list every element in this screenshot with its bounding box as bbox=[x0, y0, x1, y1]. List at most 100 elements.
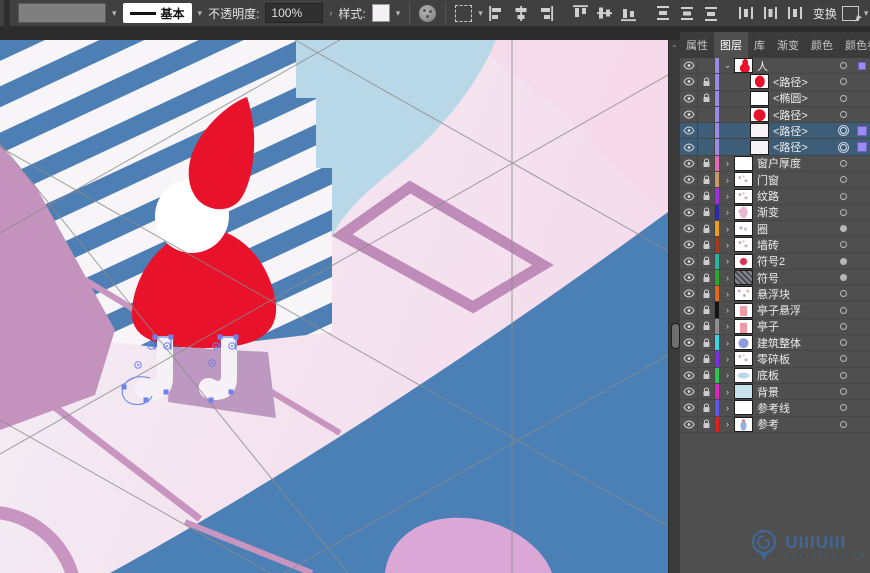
lock-icon[interactable] bbox=[698, 335, 715, 351]
target-circle-icon[interactable] bbox=[839, 94, 847, 102]
chevron-down-icon[interactable]: ▾ bbox=[112, 8, 117, 18]
layer-thumbnail[interactable] bbox=[750, 107, 769, 123]
layer-label[interactable]: 零碎板 bbox=[757, 351, 832, 367]
layer-label[interactable]: 底板 bbox=[757, 367, 832, 383]
lock-icon[interactable] bbox=[698, 237, 715, 253]
layer-row-纹路[interactable]: › 纹路 bbox=[680, 188, 870, 205]
visibility-eye-icon[interactable] bbox=[680, 172, 698, 188]
layer-row-参考线[interactable]: › 参考线 bbox=[680, 400, 870, 417]
visibility-eye-icon[interactable] bbox=[680, 302, 698, 318]
layer-label[interactable]: 门窗 bbox=[757, 172, 832, 188]
target-circle-icon[interactable] bbox=[839, 257, 847, 265]
collapse-chevron-icon[interactable]: › bbox=[721, 338, 734, 348]
layer-row-亭子[interactable]: › 亭子 bbox=[680, 318, 870, 336]
layer-thumbnail[interactable] bbox=[750, 74, 769, 90]
layer-label[interactable]: 纹路 bbox=[757, 188, 832, 204]
layer-label[interactable]: 墙砖 bbox=[757, 237, 832, 253]
dist-center-h-icon[interactable] bbox=[762, 5, 779, 22]
collapse-chevron-icon[interactable]: › bbox=[721, 321, 734, 331]
visibility-eye-icon[interactable] bbox=[680, 123, 698, 139]
align-right-icon[interactable] bbox=[537, 5, 554, 22]
chevron-down-icon[interactable]: ▾ bbox=[396, 8, 401, 18]
dist-left-icon[interactable] bbox=[738, 5, 755, 22]
layer-thumbnail[interactable] bbox=[734, 270, 753, 285]
layer-thumbnail[interactable] bbox=[750, 123, 769, 139]
visibility-eye-icon[interactable] bbox=[680, 90, 698, 106]
opacity-label[interactable]: 不透明度: bbox=[208, 5, 259, 22]
collapse-chevron-icon[interactable]: › bbox=[721, 256, 734, 266]
chevron-down-icon[interactable]: ▾ bbox=[478, 8, 483, 18]
target-circle-icon[interactable] bbox=[839, 371, 847, 379]
visibility-eye-icon[interactable] bbox=[680, 237, 698, 253]
lock-toggle-empty[interactable] bbox=[698, 139, 715, 155]
layer-label[interactable]: 参考 bbox=[757, 416, 832, 432]
target-circle-icon[interactable] bbox=[839, 208, 847, 216]
lock-toggle-empty[interactable] bbox=[698, 123, 715, 139]
layer-row-椭圆[interactable]: <椭圆> bbox=[680, 90, 870, 107]
layer-thumbnail[interactable] bbox=[734, 188, 753, 204]
target-circle-icon[interactable] bbox=[839, 306, 847, 314]
target-circle-icon[interactable] bbox=[839, 388, 847, 396]
layer-thumbnail[interactable] bbox=[734, 172, 753, 188]
chevron-right-icon[interactable]: › bbox=[329, 8, 332, 18]
chevron-down-icon[interactable]: ▾ bbox=[198, 8, 203, 18]
layer-thumbnail[interactable] bbox=[734, 367, 753, 383]
tab-图层[interactable]: 图层 bbox=[714, 32, 748, 58]
visibility-eye-icon[interactable] bbox=[680, 253, 698, 269]
visibility-eye-icon[interactable] bbox=[680, 367, 698, 383]
chevron-down-icon[interactable]: ▾ bbox=[864, 8, 869, 18]
visibility-eye-icon[interactable] bbox=[680, 74, 698, 90]
opacity-field[interactable]: 100% bbox=[265, 3, 324, 23]
layer-thumbnail[interactable] bbox=[750, 139, 769, 155]
selection-indicator-square[interactable] bbox=[857, 142, 867, 153]
layer-label[interactable]: <椭圆> bbox=[773, 90, 832, 106]
layer-label[interactable]: 圈 bbox=[757, 221, 832, 237]
layer-row-渐变[interactable]: › 渐变 bbox=[680, 204, 870, 221]
dist-bottom-icon[interactable] bbox=[703, 5, 720, 22]
target-circle-icon[interactable] bbox=[839, 355, 847, 363]
collapse-chevron-icon[interactable]: › bbox=[721, 370, 734, 380]
target-circle-icon[interactable] bbox=[839, 290, 847, 298]
layer-thumbnail[interactable] bbox=[734, 318, 753, 334]
tab-属性[interactable]: 属性 bbox=[680, 32, 714, 58]
tab-渐变[interactable]: 渐变 bbox=[771, 32, 805, 58]
graphic-style-swatch[interactable] bbox=[371, 4, 390, 22]
target-circle-icon[interactable] bbox=[839, 225, 847, 233]
fill-style-dropdown[interactable] bbox=[18, 3, 106, 23]
align-left-icon[interactable] bbox=[489, 5, 506, 22]
collapse-chevron-icon[interactable]: › bbox=[721, 289, 734, 299]
collapse-chevron-icon[interactable]: › bbox=[721, 240, 734, 250]
layer-row-路径[interactable]: <路径> bbox=[680, 123, 870, 140]
selection-indicator-square[interactable] bbox=[857, 125, 867, 136]
layer-row-悬浮块[interactable]: › 悬浮块 bbox=[680, 286, 870, 303]
collapse-chevron-icon[interactable]: › bbox=[721, 354, 734, 364]
layer-thumbnail[interactable] bbox=[734, 221, 753, 237]
layer-label[interactable]: 亭子 bbox=[757, 318, 832, 334]
visibility-eye-icon[interactable] bbox=[680, 139, 698, 155]
visibility-eye-icon[interactable] bbox=[680, 286, 698, 302]
target-circle-icon[interactable] bbox=[839, 192, 847, 200]
target-circle-icon[interactable] bbox=[837, 141, 849, 153]
target-circle-icon[interactable] bbox=[839, 420, 847, 428]
target-circle-icon[interactable] bbox=[839, 322, 847, 330]
transform-label[interactable]: 变换 bbox=[813, 5, 837, 22]
visibility-eye-icon[interactable] bbox=[680, 400, 698, 416]
layer-label[interactable]: 背景 bbox=[757, 384, 832, 400]
lock-icon[interactable] bbox=[698, 155, 715, 172]
lock-icon[interactable] bbox=[698, 383, 715, 400]
layer-row-亭子悬浮[interactable]: › 亭子悬浮 bbox=[680, 302, 870, 319]
layer-row-窗户厚度[interactable]: › 窗户厚度 bbox=[680, 155, 870, 173]
lock-icon[interactable] bbox=[698, 253, 715, 269]
layer-label[interactable]: 参考线 bbox=[757, 400, 832, 416]
layer-label[interactable]: 渐变 bbox=[757, 204, 832, 220]
lock-icon[interactable] bbox=[698, 367, 715, 383]
target-circle-icon[interactable] bbox=[839, 404, 847, 412]
layer-row-建筑整体[interactable]: › 建筑整体 bbox=[680, 335, 870, 352]
scrollbar-thumb[interactable] bbox=[671, 323, 680, 349]
target-circle-icon[interactable] bbox=[837, 125, 849, 137]
layer-thumbnail[interactable] bbox=[734, 384, 753, 400]
visibility-eye-icon[interactable] bbox=[680, 106, 698, 123]
layer-row-门窗[interactable]: › 门窗 bbox=[680, 172, 870, 189]
layer-thumbnail[interactable] bbox=[734, 58, 753, 74]
tab-库[interactable]: 库 bbox=[748, 32, 771, 58]
